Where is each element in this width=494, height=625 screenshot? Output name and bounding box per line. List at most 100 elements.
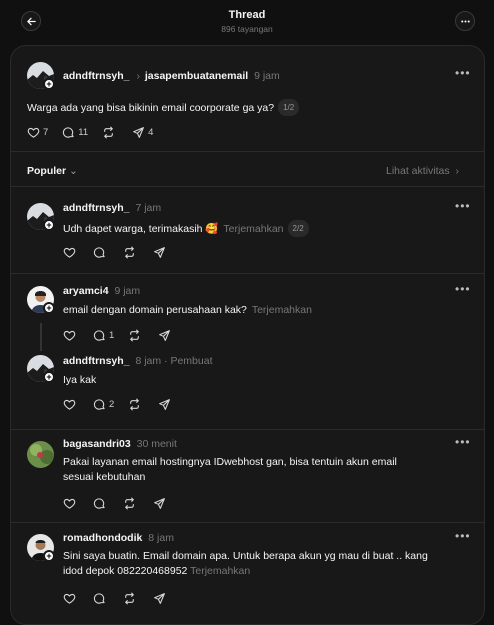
repost-icon [123,497,136,510]
comment-icon [93,592,106,605]
like-button[interactable]: 7 [27,126,48,139]
translate-link[interactable]: Terjemahkan [223,223,283,235]
share-button[interactable] [158,329,174,342]
repost-button[interactable] [128,398,144,411]
heart-icon [63,329,76,342]
comment-button[interactable] [93,592,109,605]
reply-item: + adndftrnsyh_ 8 jam · Pembuat Iya kak 2 [11,344,484,430]
reply-time: 8 jam [135,355,162,367]
post-actions: 7 11 4 [27,126,167,139]
author-name[interactable]: bagasandri03 [63,438,131,450]
repost-icon [102,126,115,139]
reply-to-name[interactable]: jasapembuatanemail [145,70,248,82]
reply-more-icon[interactable]: ••• [455,529,471,543]
reply-actions [63,497,183,510]
main-post: + adndftrnsyh_ › jasapembuatanemail 9 ja… [11,46,484,151]
repost-button[interactable] [128,329,144,342]
follow-plus-icon[interactable]: + [43,78,55,90]
reply-text: Pakai layanan email hostingnya IDwebhost… [63,455,397,485]
comment-button[interactable]: 1 [93,329,114,342]
repost-icon [128,329,141,342]
author-name[interactable]: adndftrnsyh_ [63,355,130,367]
reply-text-line: Sini saya buatin. Email domain apa. Untu… [63,550,428,562]
activity-link-label: Lihat aktivitas [386,165,450,177]
thread-pager: 1/2 [278,99,300,116]
reply-time: 7 jam [135,202,162,214]
reply-actions: 2 [63,398,188,411]
heart-icon [63,497,76,510]
reply-more-icon[interactable]: ••• [455,282,471,296]
repost-button[interactable] [102,126,118,139]
like-count: 7 [43,127,49,138]
translate-link[interactable]: Terjemahkan [252,304,312,316]
reply-item: + adndftrnsyh_ 7 jam ••• Udh dapet warga… [11,187,484,273]
like-button[interactable] [63,497,79,510]
comment-button[interactable]: 11 [62,126,88,139]
share-button[interactable]: 4 [132,126,153,139]
avatar[interactable] [27,441,54,468]
reply-actions [63,246,183,259]
post-time: 9 jam [254,70,280,82]
heart-icon [27,126,40,139]
sort-label: Populer [27,165,67,177]
translate-link[interactable]: Terjemahkan [190,565,250,577]
author-name[interactable]: aryamci4 [63,285,109,297]
reply-item: + romadhondodik 8 jam ••• Sini saya buat… [11,523,484,623]
comment-button[interactable] [93,497,109,510]
author-name[interactable]: romadhondodik [63,532,142,544]
like-button[interactable] [63,329,79,342]
repost-button[interactable] [123,246,139,259]
reply-time: 8 jam [148,532,174,544]
send-icon [158,398,171,411]
like-button[interactable] [63,592,79,605]
activity-link[interactable]: Lihat aktivitas › [386,165,459,177]
comment-button[interactable] [93,246,109,259]
share-button[interactable] [153,592,169,605]
reply-more-icon[interactable]: ••• [455,435,471,449]
sort-dropdown[interactable]: Populer ⌄ [27,165,78,177]
repost-button[interactable] [123,497,139,510]
follow-plus-icon[interactable]: + [43,302,55,314]
comment-count: 1 [109,330,115,341]
author-name[interactable]: adndftrnsyh_ [63,70,130,82]
reply-text: Sini saya buatin. Email domain apa. Untu… [63,549,428,579]
reply-more-icon[interactable]: ••• [455,199,471,213]
like-button[interactable] [63,246,79,259]
reply-text-content: Udh dapet warga, terimakasih 🥰 [63,223,219,235]
comment-icon [93,497,106,510]
author-name[interactable]: adndftrnsyh_ [63,202,130,214]
share-count: 4 [148,127,154,138]
chevron-down-icon: ⌄ [69,165,78,177]
thread-card: + adndftrnsyh_ › jasapembuatanemail 9 ja… [10,45,485,625]
comment-icon [93,246,106,259]
follow-plus-icon[interactable]: + [43,219,55,231]
post-text-content: Warga ada yang bisa bikinin email coorpo… [27,102,275,114]
view-count: 896 tayangan [221,24,273,34]
reply-actions [63,592,183,605]
follow-plus-icon[interactable]: + [43,550,55,562]
like-button[interactable] [63,398,79,411]
comment-button[interactable]: 2 [93,398,114,411]
more-options-button[interactable] [455,11,475,31]
reply-text-line: sesuai kebutuhan [63,471,146,483]
more-icon [460,19,470,23]
post-text: Warga ada yang bisa bikinin email coorpo… [27,99,300,116]
repost-icon [123,592,136,605]
post-more-icon[interactable]: ••• [455,66,471,80]
share-button[interactable] [158,398,174,411]
page-title: Thread [228,9,266,21]
send-icon [158,329,171,342]
heart-icon [63,246,76,259]
reply-text: email dengan domain perusahaan kak? Terj… [63,303,312,318]
share-button[interactable] [153,246,169,259]
heart-icon [63,398,76,411]
share-button[interactable] [153,497,169,510]
reply-time: 9 jam [114,285,141,297]
repost-icon [123,246,136,259]
repost-button[interactable] [123,592,139,605]
reply-text-line: Pakai layanan email hostingnya IDwebhost… [63,456,397,468]
comment-count: 11 [78,127,89,138]
chevron-right-icon: › [452,165,459,177]
follow-plus-icon[interactable]: + [43,371,55,383]
repost-icon [128,398,141,411]
